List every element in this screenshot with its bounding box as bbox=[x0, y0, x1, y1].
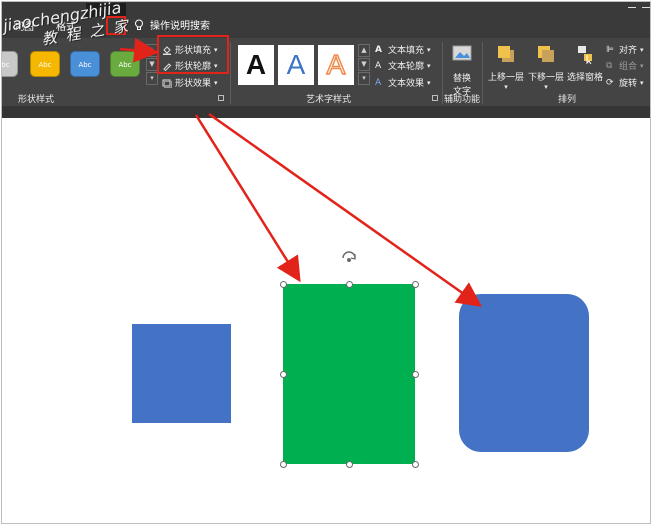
annotation-arrow bbox=[119, 37, 159, 63]
window-frame: 视图 格式 操作说明搜索 Abc Abc Abc Abc ▲ ▼ ▾ 形状填充 bbox=[1, 1, 651, 524]
annotation-arrow bbox=[208, 112, 483, 307]
annotation-overlay bbox=[119, 37, 483, 307]
rotate-handle-icon[interactable] bbox=[342, 251, 356, 262]
